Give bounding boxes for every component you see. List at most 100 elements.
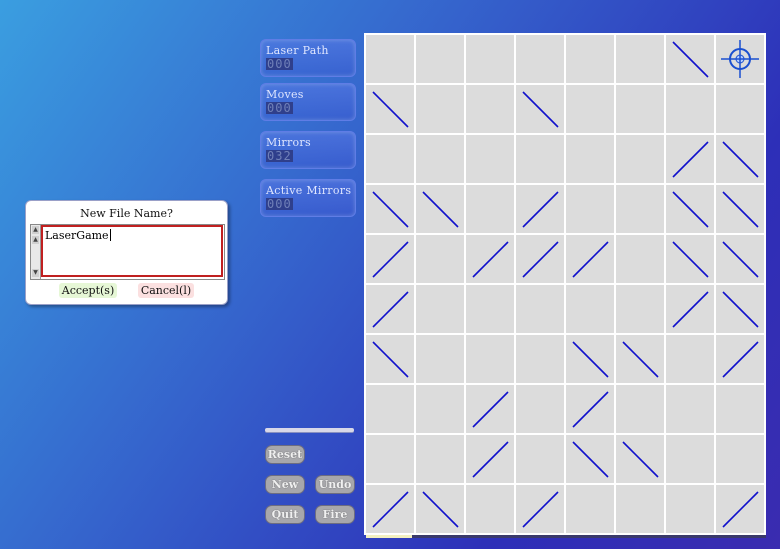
board-cell[interactable] — [366, 35, 414, 83]
mirror-backslash-icon — [572, 341, 609, 378]
board-cell[interactable] — [416, 35, 464, 83]
board-cell[interactable] — [466, 485, 514, 533]
scroll-up2-icon[interactable]: ▲ — [32, 236, 39, 244]
board-cell[interactable] — [466, 85, 514, 133]
filename-text: LaserGame — [45, 229, 109, 242]
board-cell[interactable] — [516, 285, 564, 333]
board-cell[interactable] — [716, 385, 764, 433]
board-cell[interactable] — [516, 435, 564, 483]
board-cell[interactable] — [416, 235, 464, 283]
board-cell[interactable] — [616, 235, 664, 283]
board-cell[interactable] — [516, 135, 564, 183]
board-cell[interactable] — [716, 35, 764, 83]
board-cell[interactable] — [616, 35, 664, 83]
board-cell[interactable] — [616, 485, 664, 533]
board-cell[interactable] — [566, 285, 614, 333]
dialog-title: New File Name? — [80, 207, 173, 220]
board-cell[interactable] — [466, 235, 514, 283]
board-cell[interactable] — [716, 85, 764, 133]
board-cell[interactable] — [416, 85, 464, 133]
board-cell[interactable] — [516, 185, 564, 233]
board-cell[interactable] — [616, 335, 664, 383]
board-cell[interactable] — [666, 285, 714, 333]
board-cell[interactable] — [516, 485, 564, 533]
moves-value: 000 — [266, 101, 293, 115]
board-cell[interactable] — [566, 385, 614, 433]
board-cell[interactable] — [366, 335, 414, 383]
board-cell[interactable] — [716, 135, 764, 183]
dialog-scrollbar[interactable]: ▲ ▲ ▼ — [31, 225, 41, 279]
board-cell[interactable] — [466, 185, 514, 233]
quit-button[interactable]: Quit — [265, 505, 305, 524]
board-cell[interactable] — [566, 335, 614, 383]
board-cell[interactable] — [516, 385, 564, 433]
board-cell[interactable] — [566, 235, 614, 283]
board-cell[interactable] — [466, 135, 514, 183]
board-cell[interactable] — [416, 185, 464, 233]
board-cell[interactable] — [616, 285, 664, 333]
board-cell[interactable] — [616, 185, 664, 233]
board-cell[interactable] — [566, 485, 614, 533]
board-cell[interactable] — [366, 135, 414, 183]
board-cell[interactable] — [466, 35, 514, 83]
scroll-up-icon[interactable]: ▲ — [32, 226, 39, 234]
board-cell[interactable] — [366, 235, 414, 283]
board-cell[interactable] — [466, 285, 514, 333]
board-cell[interactable] — [566, 85, 614, 133]
board-cell[interactable] — [516, 235, 564, 283]
mirror-slash-icon — [472, 391, 509, 428]
board-cell[interactable] — [666, 35, 714, 83]
board-cell[interactable] — [566, 135, 614, 183]
board-cell[interactable] — [516, 85, 564, 133]
reset-button[interactable]: Reset — [265, 445, 305, 464]
board-cell[interactable] — [466, 385, 514, 433]
board-cell[interactable] — [416, 485, 464, 533]
board-cell[interactable] — [366, 385, 414, 433]
board-cell[interactable] — [466, 435, 514, 483]
accept-button[interactable]: Accept(s) — [59, 283, 117, 298]
board-cell[interactable] — [366, 85, 414, 133]
board-cell[interactable] — [566, 435, 614, 483]
board-cell[interactable] — [366, 435, 414, 483]
fire-button[interactable]: Fire — [315, 505, 355, 524]
board-cell[interactable] — [466, 335, 514, 383]
game-board — [364, 33, 766, 535]
board-cell[interactable] — [716, 435, 764, 483]
board-cell[interactable] — [416, 435, 464, 483]
board-cell[interactable] — [616, 435, 664, 483]
board-bottom-edge — [366, 535, 766, 538]
board-cell[interactable] — [366, 485, 414, 533]
board-cell[interactable] — [416, 285, 464, 333]
board-cell[interactable] — [366, 285, 414, 333]
board-cell[interactable] — [716, 285, 764, 333]
new-button[interactable]: New — [265, 475, 305, 494]
board-cell[interactable] — [666, 235, 714, 283]
board-cell[interactable] — [416, 135, 464, 183]
board-cell[interactable] — [716, 335, 764, 383]
board-cell[interactable] — [666, 185, 714, 233]
board-cell[interactable] — [666, 335, 714, 383]
board-cell[interactable] — [516, 335, 564, 383]
board-cell[interactable] — [666, 485, 714, 533]
board-cell[interactable] — [666, 435, 714, 483]
board-cell[interactable] — [616, 135, 664, 183]
board-cell[interactable] — [716, 185, 764, 233]
board-cell[interactable] — [366, 185, 414, 233]
board-cell[interactable] — [616, 85, 664, 133]
undo-button[interactable]: Undo — [315, 475, 355, 494]
board-cell[interactable] — [566, 185, 614, 233]
board-cell[interactable] — [416, 385, 464, 433]
board-cell[interactable] — [616, 385, 664, 433]
scroll-down-icon[interactable]: ▼ — [32, 269, 39, 277]
board-cell[interactable] — [716, 485, 764, 533]
cancel-button[interactable]: Cancel(l) — [138, 283, 194, 298]
board-cell[interactable] — [516, 35, 564, 83]
board-cell[interactable] — [666, 385, 714, 433]
board-cell[interactable] — [566, 35, 614, 83]
board-cell[interactable] — [716, 235, 764, 283]
board-cell[interactable] — [666, 85, 714, 133]
filename-input[interactable]: LaserGame — [41, 225, 223, 277]
board-cell[interactable] — [666, 135, 714, 183]
board-cell[interactable] — [416, 335, 464, 383]
laser-path-label: Laser Path — [266, 44, 329, 57]
